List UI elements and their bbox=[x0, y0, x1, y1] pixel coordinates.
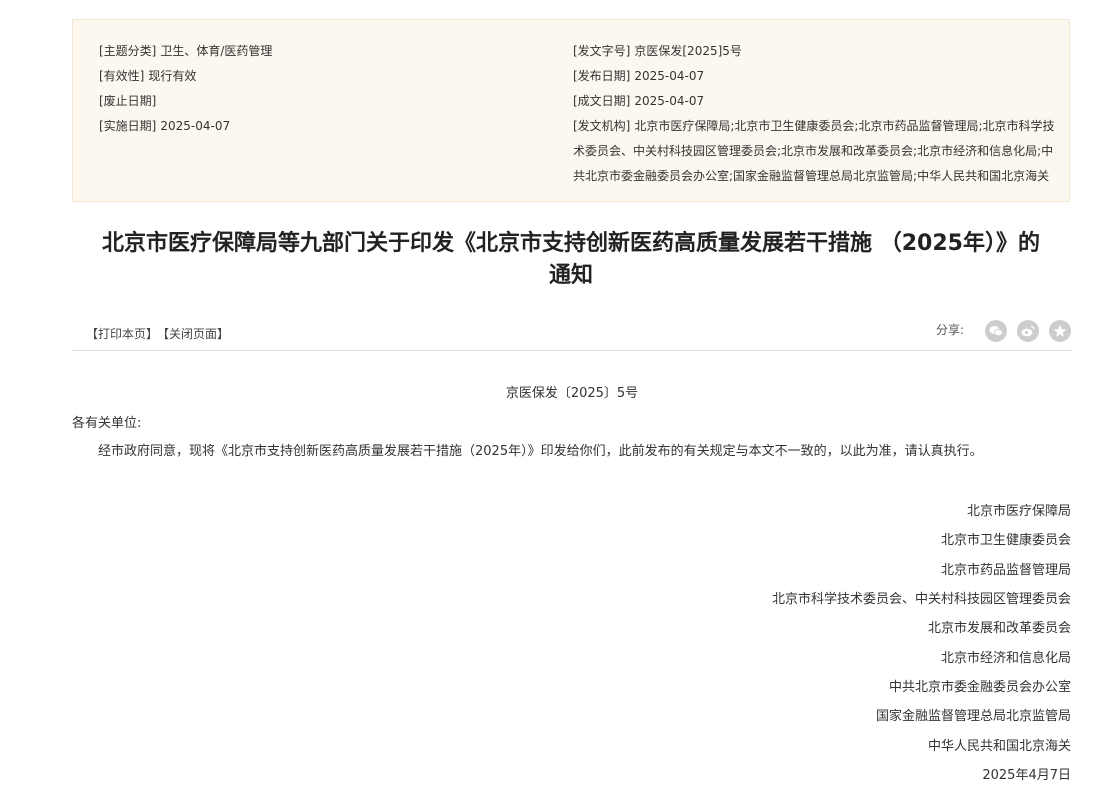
meta-value: 北京市医疗保障局;北京市卫生健康委员会;北京市药品监督管理局;北京市科学技 bbox=[634, 119, 1055, 133]
meta-key: [发文机构] bbox=[573, 119, 631, 133]
signatory: 北京市科学技术委员会、中关村科技园区管理委员会 bbox=[771, 592, 1071, 607]
signatory: 国家金融监督管理总局北京监管局 bbox=[875, 709, 1071, 724]
metadata-right-column: [发文字号] 京医保发[2025]5号 [发布日期] 2025-04-07 [成文日… bbox=[573, 39, 1055, 189]
print-page-link[interactable]: 【打印本页】 bbox=[86, 325, 158, 342]
issuer-line: 术委员会、中关村科技园区管理委员会;北京市发展和改革委员会;北京市经济和信息化局… bbox=[573, 144, 1054, 158]
weibo-icon[interactable] bbox=[1017, 320, 1039, 342]
title-line-2: 通知 bbox=[548, 263, 593, 288]
meta-key: [实施日期] bbox=[99, 119, 157, 133]
title-line-1: 北京市医疗保障局等九部门关于印发《北京市支持创新医药高质量发展若干措施 （202… bbox=[102, 231, 1040, 256]
recipient-line: 各有关单位: bbox=[72, 416, 142, 431]
meta-value: 2025-04-07 bbox=[634, 69, 705, 83]
signatory: 北京市药品监督管理局 bbox=[940, 563, 1071, 578]
meta-subject-category: [主题分类] 卫生、体育/医药管理 bbox=[99, 39, 519, 64]
meta-key: [有效性] bbox=[99, 69, 145, 83]
meta-value: 京医保发[2025]5号 bbox=[634, 44, 742, 58]
signatory: 中共北京市委金融委员会办公室 bbox=[888, 680, 1071, 695]
signing-date: 2025年4月7日 bbox=[982, 768, 1071, 783]
meta-validity: [有效性] 现行有效 bbox=[99, 64, 519, 89]
issuer-line: 共北京市委金融委员会办公室;国家金融监督管理总局北京监管局;中华人民共和国北京海… bbox=[573, 169, 1050, 183]
meta-key: [发文字号] bbox=[573, 44, 631, 58]
signatory: 北京市经济和信息化局 bbox=[940, 651, 1071, 666]
wechat-icon[interactable] bbox=[985, 320, 1007, 342]
signatory: 北京市医疗保障局 bbox=[966, 504, 1071, 519]
page-title: 北京市医疗保障局等九部门关于印发《北京市支持创新医药高质量发展若干措施 （202… bbox=[72, 228, 1070, 292]
document-number: 京医保发〔2025〕5号 bbox=[505, 386, 639, 401]
document-metadata-box: [主题分类] 卫生、体育/医药管理 [有效性] 现行有效 [废止日期] [实施日期]… bbox=[72, 19, 1070, 202]
meta-document-number: [发文字号] 京医保发[2025]5号 bbox=[573, 39, 1041, 64]
meta-key: [发布日期] bbox=[573, 69, 631, 83]
body-paragraph: 经市政府同意，现将《北京市支持创新医药高质量发展若干措施（2025年）》印发给你… bbox=[98, 444, 983, 459]
meta-value: 现行有效 bbox=[148, 69, 197, 83]
metadata-left-column: [主题分类] 卫生、体育/医药管理 [有效性] 现行有效 [废止日期] [实施日期]… bbox=[99, 39, 519, 139]
meta-key: [主题分类] bbox=[99, 44, 157, 58]
meta-issuing-agencies: [发文机构] 北京市医疗保障局;北京市卫生健康委员会;北京市药品监督管理局;北京市… bbox=[573, 114, 1055, 189]
signatory: 北京市卫生健康委员会 bbox=[940, 533, 1071, 548]
share-label: 分享: bbox=[936, 323, 965, 337]
meta-value: 卫生、体育/医药管理 bbox=[160, 44, 273, 58]
close-page-link[interactable]: 【关闭页面】 bbox=[157, 325, 229, 342]
meta-key: [废止日期] bbox=[99, 94, 157, 108]
meta-publish-date: [发布日期] 2025-04-07 bbox=[573, 64, 1041, 89]
meta-value: 2025-04-07 bbox=[160, 119, 231, 133]
meta-value: 2025-04-07 bbox=[634, 94, 705, 108]
meta-written-date: [成文日期] 2025-04-07 bbox=[573, 89, 1041, 114]
signatory: 北京市发展和改革委员会 bbox=[927, 621, 1071, 636]
meta-abolish-date: [废止日期] bbox=[99, 89, 519, 114]
issuer-line: [发文机构] 北京市医疗保障局;北京市卫生健康委员会;北京市药品监督管理局;北京市… bbox=[573, 114, 1055, 139]
header-divider bbox=[72, 350, 1072, 351]
signatory: 中华人民共和国北京海关 bbox=[927, 739, 1071, 754]
favorite-icon[interactable] bbox=[1049, 320, 1071, 342]
meta-effective-date: [实施日期] 2025-04-07 bbox=[99, 114, 519, 139]
meta-key: [成文日期] bbox=[573, 94, 631, 108]
